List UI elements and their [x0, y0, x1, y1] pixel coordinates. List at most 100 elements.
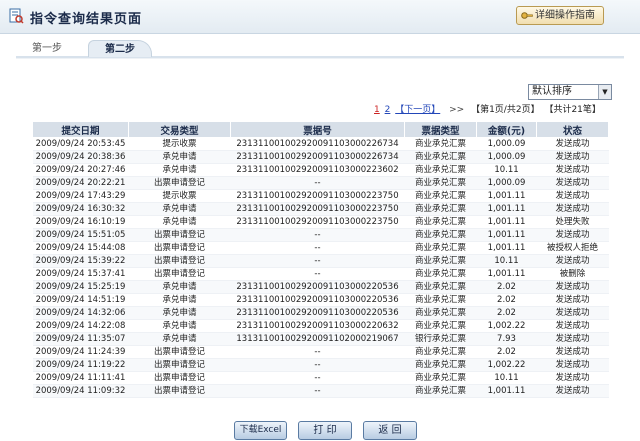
table-row: 2009/09/24 11:19:22 出票申请登记 -- 商业承兑汇票 1,002.2… [32, 358, 609, 372]
cell-status: 发送成功 [536, 332, 609, 346]
cell-bill-no: -- [230, 371, 405, 385]
column-header-type: 交易类型 [128, 121, 231, 138]
cell-bill-type: 商业承兑汇票 [404, 371, 477, 385]
cell-bill-type: 商业承兑汇票 [404, 293, 477, 307]
divider [16, 58, 624, 59]
cell-date: 2009/09/24 15:39:22 [32, 254, 129, 268]
cell-date: 2009/09/24 15:37:41 [32, 267, 129, 281]
column-header-date: 提交日期 [32, 121, 129, 138]
cell-type: 承兑申请 [128, 202, 231, 216]
cell-date: 2009/09/24 20:22:21 [32, 176, 129, 190]
cell-bill-no: 131311001002920091102000219067 [230, 332, 405, 346]
cell-amount: 1,001.11 [476, 189, 537, 203]
cell-status: 发送成功 [536, 306, 609, 320]
cell-type: 承兑申请 [128, 332, 231, 346]
cell-amount: 1,001.11 [476, 267, 537, 281]
key-icon [521, 10, 533, 21]
cell-date: 2009/09/24 11:24:39 [32, 345, 129, 359]
cell-amount: 2.02 [476, 306, 537, 320]
cell-amount: 10.11 [476, 371, 537, 385]
cell-status: 发送成功 [536, 371, 609, 385]
cell-status: 发送成功 [536, 254, 609, 268]
cell-type: 出票申请登记 [128, 254, 231, 268]
sort-select[interactable]: 默认排序 ▼ [528, 84, 612, 100]
cell-amount: 1,000.09 [476, 150, 537, 164]
cell-bill-type: 商业承兑汇票 [404, 384, 477, 398]
cell-type: 承兑申请 [128, 163, 231, 177]
download-excel-button[interactable]: 下载Excel [234, 421, 287, 440]
cell-amount: 1,001.11 [476, 241, 537, 255]
tab-step-2[interactable]: 第二步 [88, 40, 152, 57]
cell-status: 发送成功 [536, 202, 609, 216]
page-link-2[interactable]: 2 [385, 105, 391, 115]
cell-amount: 1,001.11 [476, 384, 537, 398]
sort-select-value: 默认排序 [532, 86, 572, 97]
table-row: 2009/09/24 15:39:22 出票申请登记 -- 商业承兑汇票 10.11 发送… [32, 254, 609, 268]
cell-date: 2009/09/24 11:09:32 [32, 384, 129, 398]
cell-bill-no: -- [230, 358, 405, 372]
cell-bill-no: 231311001002920091103000220632 [230, 319, 405, 333]
results-table: 提交日期 交易类型 票据号 票据类型 金额(元) 状态 2009/09/24 2… [32, 121, 609, 398]
cell-bill-type: 商业承兑汇票 [404, 358, 477, 372]
cell-type: 承兑申请 [128, 306, 231, 320]
table-row: 2009/09/24 20:27:46 承兑申请 23131100100292009… [32, 163, 609, 177]
cell-status: 被删除 [536, 267, 609, 281]
cell-date: 2009/09/24 14:22:08 [32, 319, 129, 333]
cell-status: 发送成功 [536, 137, 609, 151]
print-button[interactable]: 打 印 [298, 421, 352, 440]
back-button[interactable]: 返 回 [363, 421, 417, 440]
cell-date: 2009/09/24 20:27:46 [32, 163, 129, 177]
cell-bill-no: 231311001002920091103000223750 [230, 189, 405, 203]
page-info: 【第1页/共2页】 [471, 105, 540, 115]
cell-date: 2009/09/24 11:19:22 [32, 358, 129, 372]
cell-date: 2009/09/24 20:38:36 [32, 150, 129, 164]
cell-status: 发送成功 [536, 150, 609, 164]
table-row: 2009/09/24 11:09:32 出票申请登记 -- 商业承兑汇票 1,001.1… [32, 384, 609, 398]
cell-bill-no: -- [230, 176, 405, 190]
cell-status: 发送成功 [536, 358, 609, 372]
table-row: 2009/09/24 14:22:08 承兑申请 23131100100292009… [32, 319, 609, 333]
cell-bill-type: 商业承兑汇票 [404, 280, 477, 294]
total-count: 【共计21笔】 [544, 105, 601, 115]
cell-amount: 1,001.11 [476, 215, 537, 229]
help-guide-button[interactable]: 详细操作指南 [516, 6, 604, 25]
chevron-down-icon[interactable]: ▼ [598, 85, 611, 99]
cell-status: 发送成功 [536, 319, 609, 333]
cell-type: 出票申请登记 [128, 384, 231, 398]
cell-type: 出票申请登记 [128, 345, 231, 359]
cell-type: 承兑申请 [128, 280, 231, 294]
cell-status: 发送成功 [536, 176, 609, 190]
cell-bill-type: 商业承兑汇票 [404, 176, 477, 190]
cell-bill-type: 商业承兑汇票 [404, 254, 477, 268]
cell-date: 2009/09/24 15:51:05 [32, 228, 129, 242]
table-row: 2009/09/24 11:11:41 出票申请登记 -- 商业承兑汇票 10.11 发送… [32, 371, 609, 385]
page-link-1[interactable]: 1 [374, 105, 380, 115]
column-header-amount: 金额(元) [476, 121, 537, 138]
next-page-link[interactable]: 【下一页】 [395, 105, 440, 115]
cell-bill-no: 231311001002920091103000223750 [230, 202, 405, 216]
cell-status: 发送成功 [536, 163, 609, 177]
cell-bill-no: -- [230, 241, 405, 255]
cell-type: 出票申请登记 [128, 176, 231, 190]
table-row: 2009/09/24 20:53:45 提示收票 23131100100292009… [32, 137, 609, 151]
cell-bill-no: 231311001002920091103000223750 [230, 215, 405, 229]
cell-amount: 1,002.22 [476, 319, 537, 333]
cell-bill-type: 商业承兑汇票 [404, 150, 477, 164]
tab-step-1[interactable]: 第一步 [22, 40, 72, 57]
cell-type: 出票申请登记 [128, 358, 231, 372]
cell-type: 承兑申请 [128, 319, 231, 333]
cell-bill-type: 商业承兑汇票 [404, 163, 477, 177]
cell-bill-no: -- [230, 228, 405, 242]
cell-date: 2009/09/24 15:25:19 [32, 280, 129, 294]
cell-bill-no: 231311001002920091103000226734 [230, 137, 405, 151]
table-row: 2009/09/24 11:24:39 出票申请登记 -- 商业承兑汇票 2.02 发送成… [32, 345, 609, 359]
help-guide-label: 详细操作指南 [535, 10, 595, 21]
cell-amount: 10.11 [476, 254, 537, 268]
cell-bill-type: 商业承兑汇票 [404, 319, 477, 333]
cell-status: 发送成功 [536, 189, 609, 203]
cell-bill-type: 商业承兑汇票 [404, 345, 477, 359]
cell-date: 2009/09/24 14:51:19 [32, 293, 129, 307]
cell-date: 2009/09/24 16:30:32 [32, 202, 129, 216]
cell-date: 2009/09/24 11:35:07 [32, 332, 129, 346]
last-page-link[interactable]: >> [449, 105, 464, 115]
